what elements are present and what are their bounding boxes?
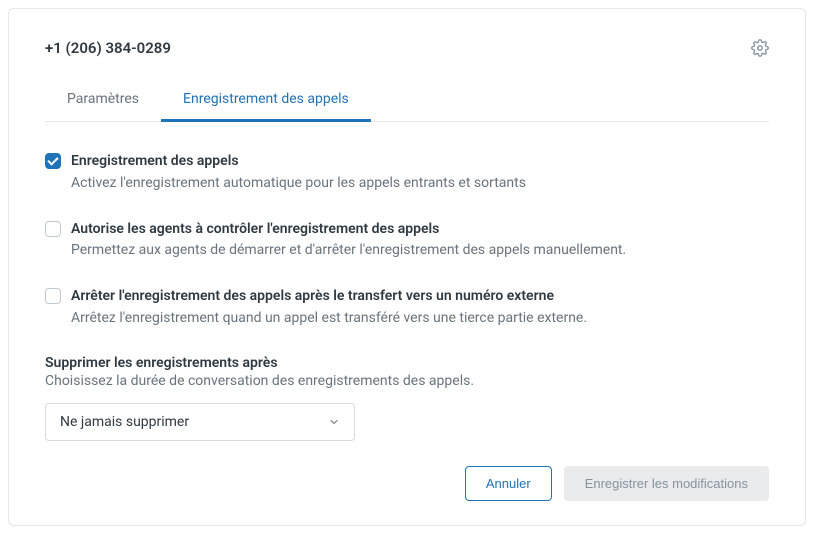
checkbox-agent-control[interactable] (45, 221, 61, 237)
gear-icon[interactable] (751, 39, 769, 61)
checkbox-call-recording[interactable] (45, 153, 61, 169)
delete-after-select[interactable]: Ne jamais supprimer (45, 403, 355, 441)
delete-recordings-section: Supprimer les enregistrements après Choi… (45, 355, 769, 441)
option-stop-after-transfer: Arrêter l'enregistrement des appels aprè… (45, 287, 769, 329)
option-call-recording: Enregistrement des appels Activez l'enre… (45, 152, 769, 194)
tab-settings[interactable]: Paramètres (45, 81, 161, 122)
save-button: Enregistrer les modifications (564, 466, 769, 501)
cancel-button[interactable]: Annuler (465, 466, 552, 501)
chevron-down-icon (328, 416, 340, 428)
select-value: Ne jamais supprimer (60, 414, 189, 430)
card-header: +1 (206) 384-0289 (45, 39, 769, 61)
tabs-bar: Paramètres Enregistrement des appels (45, 81, 769, 122)
option-text: Autorise les agents à contrôler l'enregi… (71, 220, 769, 262)
content-area: Enregistrement des appels Activez l'enre… (45, 122, 769, 446)
section-title: Supprimer les enregistrements après (45, 355, 769, 371)
checkbox-stop-after-transfer[interactable] (45, 288, 61, 304)
option-text: Enregistrement des appels Activez l'enre… (71, 152, 769, 194)
section-desc: Choisissez la durée de conversation des … (45, 373, 769, 389)
delete-after-select-wrapper: Ne jamais supprimer (45, 403, 355, 441)
footer-actions: Annuler Enregistrer les modifications (45, 446, 769, 501)
option-desc: Permettez aux agents de démarrer et d'ar… (71, 240, 769, 261)
phone-number-title: +1 (206) 384-0289 (45, 39, 171, 57)
tab-call-recording[interactable]: Enregistrement des appels (161, 81, 371, 122)
option-desc: Activez l'enregistrement automatique pou… (71, 173, 769, 194)
option-agent-control: Autorise les agents à contrôler l'enregi… (45, 220, 769, 262)
option-title: Arrêter l'enregistrement des appels aprè… (71, 287, 769, 307)
option-title: Enregistrement des appels (71, 152, 769, 172)
settings-card: +1 (206) 384-0289 Paramètres Enregistrem… (8, 8, 806, 526)
option-title: Autorise les agents à contrôler l'enregi… (71, 220, 769, 240)
option-text: Arrêter l'enregistrement des appels aprè… (71, 287, 769, 329)
option-desc: Arrêtez l'enregistrement quand un appel … (71, 308, 769, 329)
